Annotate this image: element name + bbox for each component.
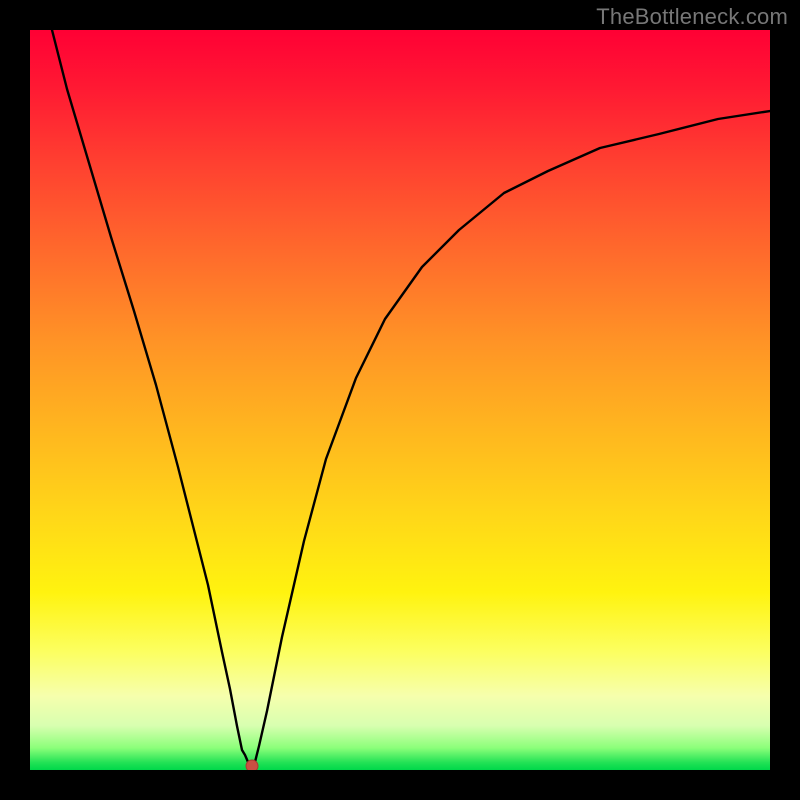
- watermark-text: TheBottleneck.com: [596, 4, 788, 30]
- minimum-marker: [246, 760, 258, 770]
- bottleneck-curve: [52, 30, 770, 770]
- chart-svg: [30, 30, 770, 770]
- plot-area: [30, 30, 770, 770]
- chart-frame: TheBottleneck.com: [0, 0, 800, 800]
